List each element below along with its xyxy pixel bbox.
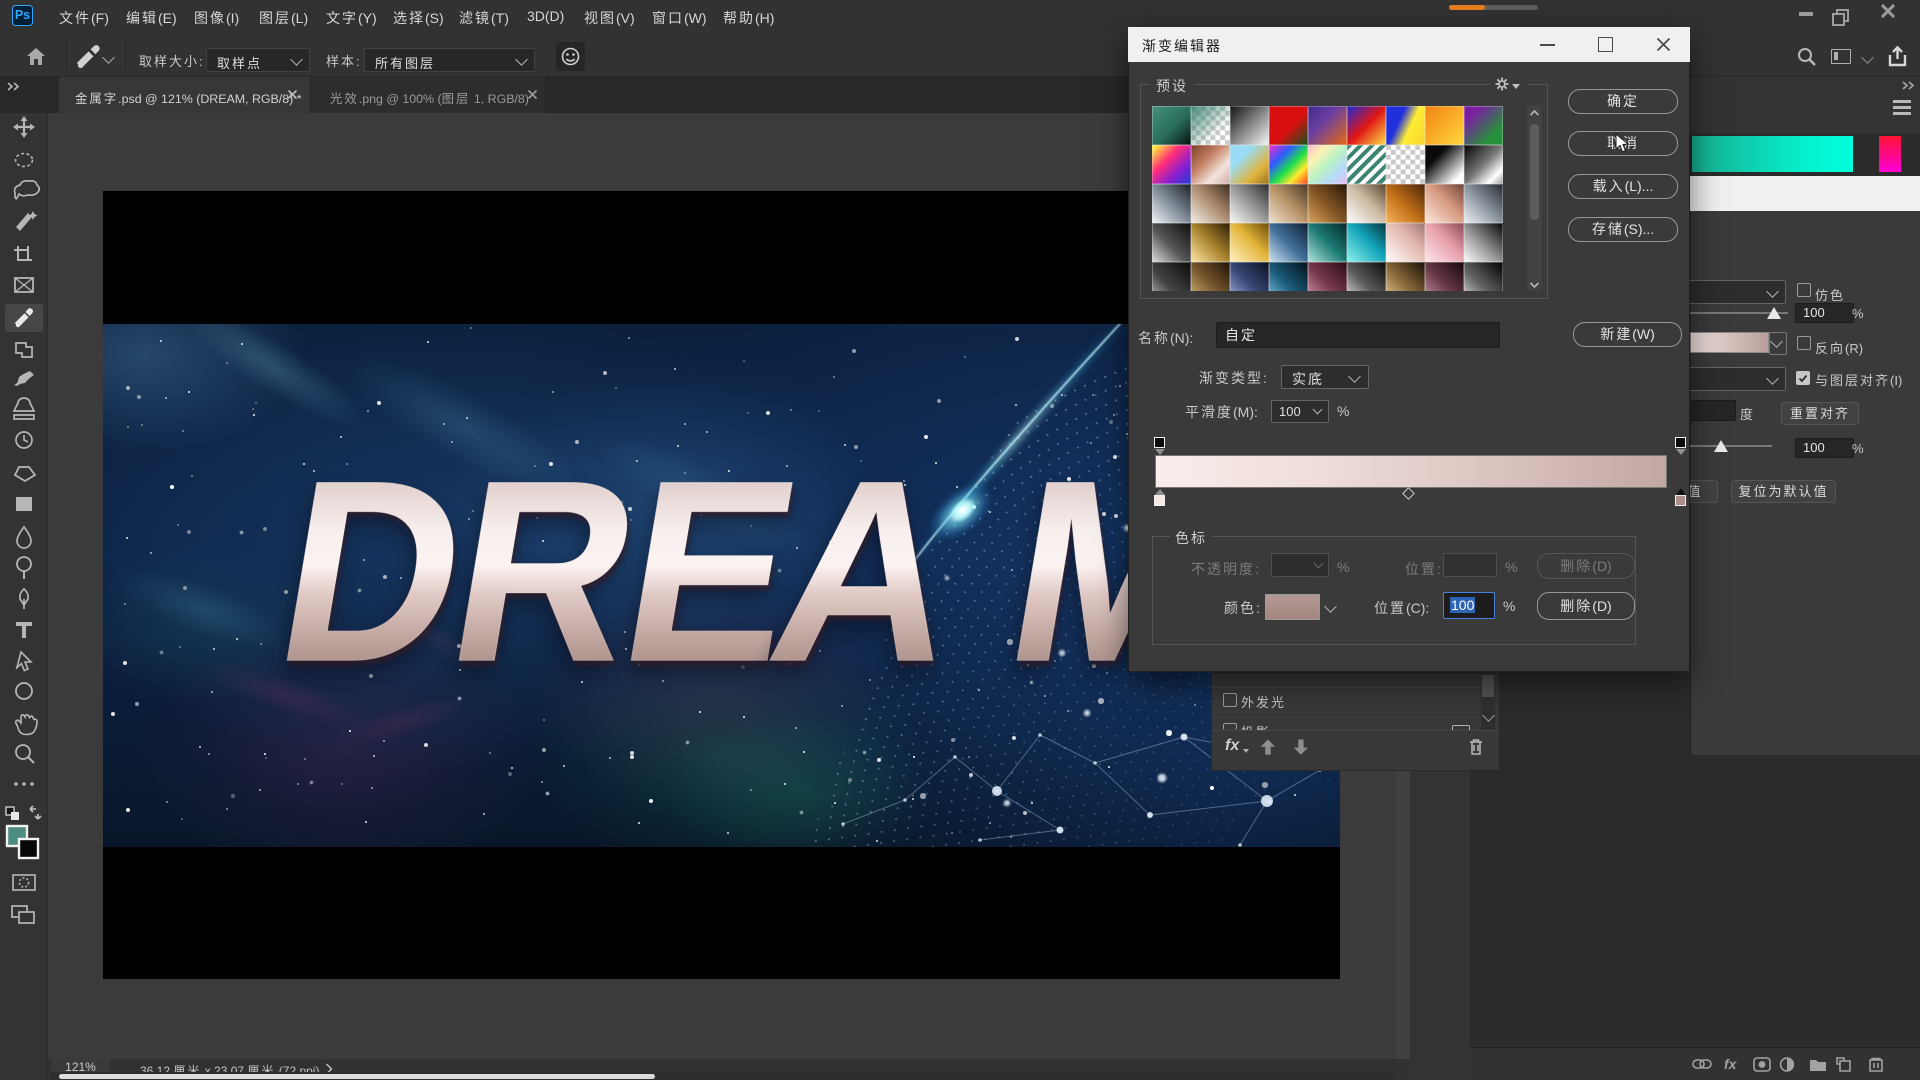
svg-text:fx: fx	[1724, 1056, 1738, 1072]
